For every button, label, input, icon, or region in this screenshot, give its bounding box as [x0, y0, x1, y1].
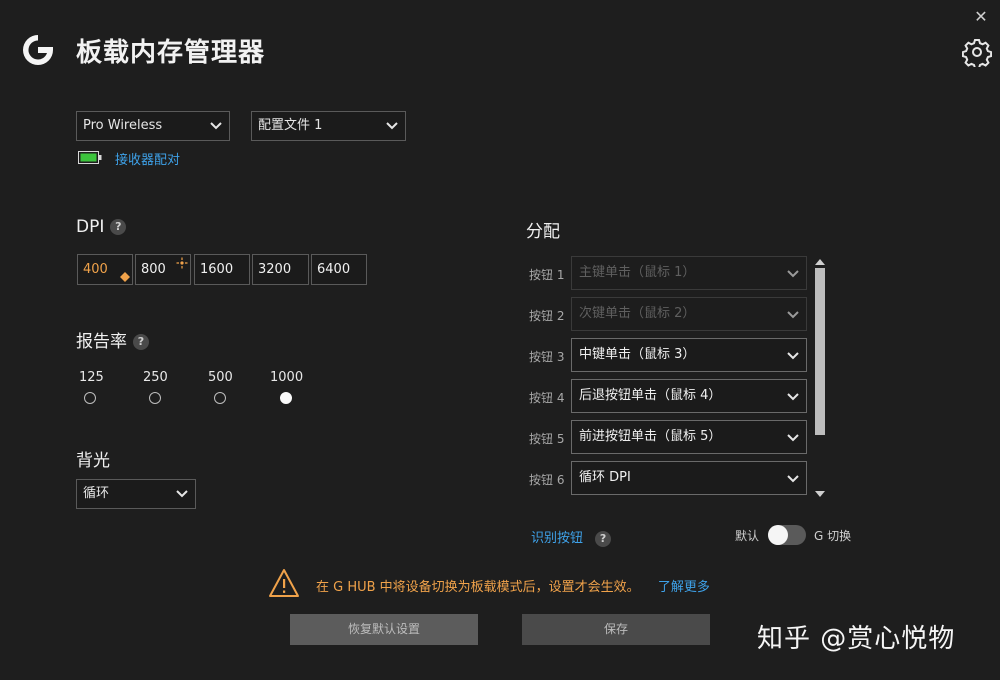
chevron-down-icon — [787, 311, 799, 319]
button-1-assignment-value: 主键单击（鼠标 1） — [579, 265, 696, 280]
rate-radio-125[interactable] — [84, 392, 96, 404]
rate-radio-250[interactable] — [149, 392, 161, 404]
dpi-value-1-text: 400 — [83, 262, 108, 277]
rate-option-label-250: 250 — [143, 370, 168, 385]
warning-icon — [269, 569, 299, 597]
warning-message: 在 G HUB 中将设备切换为板载模式后，设置才会生效。 了解更多 — [316, 576, 710, 595]
toggle-knob — [768, 525, 788, 545]
chevron-down-icon — [210, 122, 222, 130]
receiver-pair-link[interactable]: 接收器配对 — [115, 149, 180, 168]
dpi-value-4-text: 3200 — [258, 262, 292, 277]
dpi-value-5[interactable]: 6400 — [311, 254, 367, 285]
button-2-label: 按钮 2 — [529, 309, 565, 323]
button-5-assignment-value: 前进按钮单击（鼠标 5） — [579, 429, 722, 444]
close-button[interactable]: ✕ — [970, 6, 992, 28]
chevron-down-icon — [787, 270, 799, 278]
button-5-assignment-select[interactable]: 前进按钮单击（鼠标 5） — [571, 420, 807, 454]
chevron-down-icon — [787, 475, 799, 483]
button-6-label: 按钮 6 — [529, 473, 565, 487]
report-rate-help-icon[interactable]: ? — [133, 334, 149, 350]
reset-defaults-button[interactable]: 恢复默认设置 — [290, 614, 478, 645]
assignments-label: 分配 — [526, 222, 560, 242]
device-select[interactable]: Pro Wireless — [76, 111, 230, 141]
dpi-value-1[interactable]: 400 — [77, 254, 133, 285]
backlight-label: 背光 — [76, 451, 110, 471]
profile-select[interactable]: 配置文件 1 — [251, 111, 406, 141]
dpi-value-3-text: 1600 — [200, 262, 234, 277]
button-5-label: 按钮 5 — [529, 432, 565, 446]
dpi-shift-marker-icon — [176, 257, 188, 269]
scrollbar-thumb[interactable] — [815, 268, 825, 435]
default-dpi-marker-icon — [120, 272, 130, 282]
save-button[interactable]: 保存 — [522, 614, 710, 645]
button-1-assignment-select[interactable]: 主键单击（鼠标 1） — [571, 256, 807, 290]
button-4-label: 按钮 4 — [529, 391, 565, 405]
learn-more-link[interactable]: 了解更多 — [658, 580, 710, 595]
logitech-g-logo — [23, 35, 53, 65]
backlight-select-value: 循环 — [83, 486, 110, 501]
dpi-section-label: DPI? — [76, 217, 127, 237]
button-6-assignment-select[interactable]: 循环 DPI — [571, 461, 807, 495]
identify-help-icon[interactable]: ? — [595, 530, 612, 547]
button-4-assignment-select[interactable]: 后退按钮单击（鼠标 4） — [571, 379, 807, 413]
rate-option-label-500: 500 — [208, 370, 233, 385]
g-shift-toggle[interactable] — [768, 525, 806, 545]
rate-option-label-125: 125 — [79, 370, 104, 385]
identify-buttons-row: 识别按钮? — [531, 527, 612, 547]
scroll-down-arrow-icon[interactable] — [815, 490, 825, 498]
dpi-value-3[interactable]: 1600 — [194, 254, 250, 285]
watermark: 知乎 @赏心悦物 — [757, 624, 956, 654]
gear-icon[interactable] — [962, 37, 992, 67]
button-2-assignment-value: 次键单击（鼠标 2） — [579, 306, 696, 321]
dpi-value-2-text: 800 — [141, 262, 166, 277]
chevron-down-icon — [176, 490, 188, 498]
button-4-assignment-value: 后退按钮单击（鼠标 4） — [579, 388, 722, 403]
dpi-value-5-text: 6400 — [317, 262, 351, 277]
chevron-down-icon — [787, 352, 799, 360]
battery-icon — [78, 151, 102, 164]
page-title: 板载内存管理器 — [76, 38, 266, 68]
button-3-label: 按钮 3 — [529, 350, 565, 364]
button-2-assignment-select[interactable]: 次键单击（鼠标 2） — [571, 297, 807, 331]
button-3-assignment-value: 中键单击（鼠标 3） — [579, 347, 696, 362]
device-select-value: Pro Wireless — [83, 118, 163, 133]
dpi-value-4[interactable]: 3200 — [252, 254, 309, 285]
toggle-gshift-label: G 切换 — [814, 529, 852, 543]
button-1-label: 按钮 1 — [529, 268, 565, 282]
identify-buttons-link[interactable]: 识别按钮 — [531, 531, 583, 546]
dpi-value-2[interactable]: 800 — [135, 254, 191, 285]
report-rate-section-label: 报告率? — [76, 327, 149, 352]
toggle-default-label: 默认 — [735, 529, 760, 543]
dpi-label: DPI — [76, 217, 105, 237]
rate-radio-500[interactable] — [214, 392, 226, 404]
rate-radio-1000[interactable] — [280, 392, 292, 404]
warning-text: 在 G HUB 中将设备切换为板载模式后，设置才会生效。 — [316, 580, 640, 595]
chevron-down-icon — [787, 393, 799, 401]
rate-option-label-1000: 1000 — [270, 370, 304, 385]
button-3-assignment-select[interactable]: 中键单击（鼠标 3） — [571, 338, 807, 372]
chevron-down-icon — [386, 122, 398, 130]
scroll-up-arrow-icon[interactable] — [815, 258, 825, 266]
chevron-down-icon — [787, 434, 799, 442]
button-6-assignment-value: 循环 DPI — [579, 470, 631, 485]
backlight-select[interactable]: 循环 — [76, 479, 196, 509]
report-rate-label: 报告率 — [76, 332, 127, 352]
profile-select-value: 配置文件 1 — [258, 118, 323, 133]
dpi-help-icon[interactable]: ? — [110, 219, 127, 235]
